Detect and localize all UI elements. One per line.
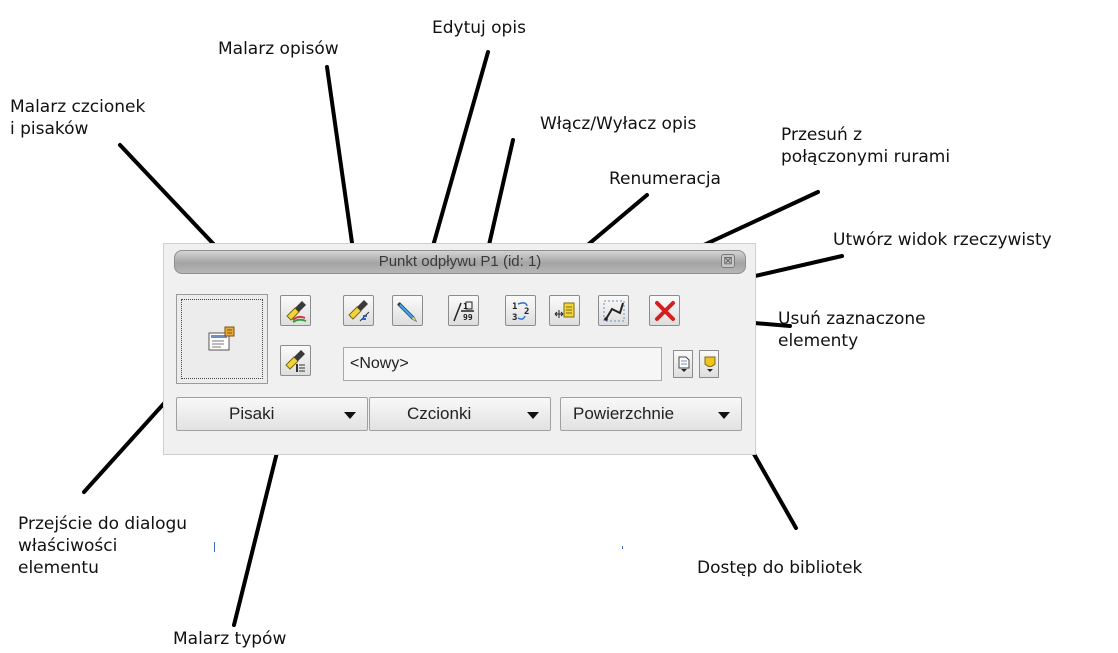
library-button-2[interactable] bbox=[699, 350, 719, 378]
properties-dialog-button[interactable] bbox=[176, 294, 268, 384]
label-painter-button[interactable] bbox=[343, 295, 374, 326]
artifact-mark bbox=[622, 546, 623, 549]
annotation-malarz-typow: Malarz typów bbox=[173, 629, 287, 649]
annotation-przejscie: Przejście do dialogu właściwości element… bbox=[18, 514, 188, 578]
palette-title-bar[interactable]: Punkt odpływu P1 (id: 1) ⊠ bbox=[174, 250, 746, 274]
annotation-dostep-do-bibliotek: Dostęp do bibliotek bbox=[697, 558, 863, 578]
label-seq-bottom: 99 bbox=[463, 313, 473, 322]
real-view-icon bbox=[603, 300, 625, 322]
font-pen-painter-icon bbox=[286, 301, 307, 323]
artifact-mark bbox=[214, 542, 215, 552]
toggle-label-icon: 1 99 bbox=[453, 301, 474, 322]
pens-dropdown-label: Pisaki bbox=[229, 404, 275, 423]
delete-icon bbox=[655, 301, 675, 321]
fonts-dropdown[interactable]: Czcionki bbox=[369, 397, 551, 431]
renumber-digit: 2 bbox=[524, 307, 529, 317]
toggle-label-button[interactable]: 1 99 bbox=[448, 295, 479, 326]
chevron-down-icon bbox=[527, 412, 539, 419]
renumber-digit: 1 bbox=[512, 302, 517, 312]
font-pen-painter-button[interactable] bbox=[280, 295, 311, 326]
real-view-button[interactable] bbox=[598, 295, 629, 326]
library-shield-icon bbox=[704, 356, 716, 372]
palette-title: Punkt odpływu P1 (id: 1) bbox=[378, 253, 542, 270]
pens-dropdown[interactable]: Pisaki bbox=[176, 397, 368, 431]
type-painter-button[interactable] bbox=[280, 345, 311, 376]
annotation-utworz-widok: Utwórz widok rzeczywisty bbox=[833, 230, 1052, 250]
annotation-malarz-czcionek: Malarz czcionek i pisaków bbox=[10, 97, 146, 139]
edit-label-icon bbox=[397, 302, 418, 323]
surfaces-dropdown-label: Powierzchnie bbox=[573, 404, 675, 423]
label-painter-icon bbox=[348, 300, 370, 322]
move-with-pipes-icon bbox=[554, 302, 575, 318]
fonts-dropdown-label: Czcionki bbox=[407, 404, 472, 423]
renumber-digit: 3 bbox=[512, 313, 517, 323]
element-palette: Punkt odpływu P1 (id: 1) ⊠ 1 99 1 2 3 <N… bbox=[163, 243, 756, 455]
chevron-down-icon bbox=[344, 412, 356, 419]
name-field[interactable]: <Nowy> bbox=[343, 347, 662, 381]
annotation-usun-zaznaczone: Usuń zaznaczone elementy bbox=[778, 309, 926, 351]
annotation-edytuj-opis: Edytuj opis bbox=[432, 18, 526, 38]
move-with-pipes-button[interactable] bbox=[549, 295, 580, 326]
annotation-malarz-opisow: Malarz opisów bbox=[218, 39, 339, 59]
delete-selected-button[interactable] bbox=[649, 295, 680, 326]
annotation-wlacz-wylacz-opis: Włącz/Wyłacz opis bbox=[540, 114, 697, 134]
element-properties-icon bbox=[208, 326, 235, 351]
annotation-przesun: Przesuń z połączonymi rurami bbox=[781, 125, 951, 167]
chevron-down-icon bbox=[718, 412, 730, 419]
library-button-1[interactable] bbox=[673, 350, 693, 378]
type-painter-icon bbox=[285, 350, 305, 372]
library-page-icon bbox=[678, 356, 690, 372]
renumber-icon: 1 2 3 bbox=[512, 302, 529, 323]
edit-label-button[interactable] bbox=[392, 295, 423, 326]
surfaces-dropdown[interactable]: Powierzchnie bbox=[560, 397, 742, 431]
renumber-button[interactable]: 1 2 3 bbox=[505, 295, 536, 326]
annotation-renumeracja: Renumeracja bbox=[609, 169, 721, 189]
close-icon[interactable]: ⊠ bbox=[721, 254, 735, 268]
